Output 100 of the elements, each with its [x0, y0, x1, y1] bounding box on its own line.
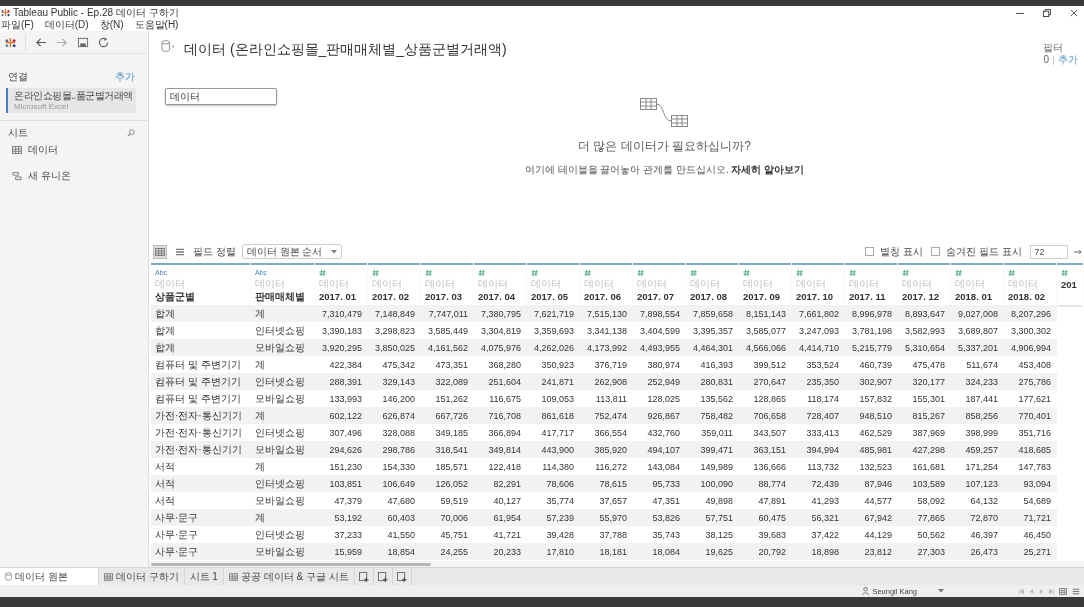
learn-more-link[interactable]: 자세히 알아보기	[731, 164, 805, 175]
table-cell: 인터넷쇼핑	[251, 373, 315, 390]
sort-dropdown[interactable]: 데이터 원본 순서	[241, 244, 342, 259]
table-cell-text: 116,675	[488, 392, 522, 406]
column-source: 데이터	[155, 278, 186, 290]
hash-icon	[690, 269, 697, 277]
table-cell-text: 349,185	[434, 426, 469, 440]
table-cell-text: 모바일쇼핑	[254, 391, 306, 406]
table-icon	[103, 572, 113, 581]
connection-item[interactable]: 온라인쇼핑몰..품군별거래액 Microsoft Excel	[6, 88, 136, 113]
column-source: 데이터	[584, 278, 615, 290]
table-cell-text: 모바일쇼핑	[254, 493, 306, 508]
add-link[interactable]: 추가	[1058, 54, 1078, 66]
table-cell-text: 511,674	[965, 358, 999, 372]
table-cell-text: 177,621	[1017, 392, 1052, 406]
table-cell: 363,151	[739, 441, 792, 458]
table-cell: 78,615	[580, 475, 633, 492]
scrollbar-thumb[interactable]	[151, 562, 431, 566]
database-icon[interactable]	[161, 40, 175, 53]
table-cell-text: 353,524	[805, 358, 840, 372]
column-header[interactable]: 판매매체별	[255, 290, 314, 303]
save-icon[interactable]	[77, 36, 89, 48]
menu-item[interactable]: 파일(F)	[1, 19, 34, 31]
table-cell-text: 417,717	[540, 426, 575, 440]
column-header[interactable]: 2017. 11	[849, 290, 897, 303]
grid-view-icon[interactable]	[1059, 587, 1067, 595]
table-cell: 가전·전자·통신기기	[151, 407, 251, 424]
grid-view-button[interactable]	[153, 244, 167, 259]
table-cell: 8,151,143	[739, 305, 792, 322]
table-cell-text: 계	[254, 357, 266, 372]
table-cell-text: 307,496	[328, 426, 363, 440]
menu-item[interactable]: 도움말(H)	[134, 19, 179, 31]
search-icon[interactable]	[127, 129, 135, 137]
column-header[interactable]: 2017. 05	[531, 290, 579, 303]
table-cell: 56,321	[792, 509, 845, 526]
column-header[interactable]: 2017. 08	[690, 290, 738, 303]
sheet-tab[interactable]: 데이터 원본	[0, 568, 99, 585]
table-cell-text: 113,732	[806, 460, 840, 474]
table-cell: 18,084	[633, 543, 686, 560]
table-cell: 241,871	[527, 373, 580, 390]
menu-item[interactable]: 창(N)	[99, 19, 124, 31]
table-cell-text: 187,441	[964, 392, 999, 406]
table-cell-text: 54,689	[1022, 494, 1052, 508]
table-cell: 280,831	[686, 373, 739, 390]
new-union-item[interactable]: 새 유니온	[28, 169, 71, 183]
forward-icon[interactable]	[56, 36, 68, 48]
table-cell-text: 350,923	[540, 358, 575, 372]
column-header[interactable]: 2018. 01	[955, 290, 1003, 303]
table-cell: 349,814	[474, 441, 527, 458]
table-cell: 4,173,992	[580, 339, 633, 356]
table-cell: 324,233	[951, 373, 1004, 390]
menu-item[interactable]: 데이터(D)	[44, 19, 89, 31]
column-header[interactable]: 상품군별	[155, 290, 250, 303]
table-cell: 합계	[151, 305, 251, 322]
column-header[interactable]: 2017. 06	[584, 290, 632, 303]
table-cell-text: 171,254	[964, 460, 999, 474]
column-header[interactable]: 2017. 04	[478, 290, 526, 303]
column-header[interactable]: 2017. 02	[372, 290, 420, 303]
rows-field[interactable]: 72	[1029, 244, 1068, 259]
column-header[interactable]: 2017. 09	[743, 290, 791, 303]
checkbox[interactable]	[931, 247, 941, 256]
table-cell-text: 49,898	[704, 494, 734, 508]
column-header[interactable]: 2017. 12	[902, 290, 950, 303]
table-cell-text: 44,577	[863, 494, 893, 508]
table-cell: 100,090	[686, 475, 739, 492]
section-label: 시트	[8, 126, 28, 140]
table-cell-text: 387,969	[911, 426, 946, 440]
column-header[interactable]: 2017. 10	[796, 290, 844, 303]
table-cell: 106,649	[368, 475, 421, 492]
table-cell-text: 366,554	[593, 426, 628, 440]
table-cell: 7,380,795	[474, 305, 527, 322]
connection-type: Microsoft Excel	[14, 102, 70, 111]
column-header[interactable]: 2017. 07	[637, 290, 685, 303]
refresh-icon[interactable]	[98, 36, 109, 48]
back-icon[interactable]	[35, 36, 47, 48]
table-cell: 251,604	[474, 373, 527, 390]
new-sheet-icon[interactable]	[358, 571, 369, 582]
restore-icon[interactable]	[1043, 8, 1051, 17]
list-view-icon[interactable]	[1072, 587, 1080, 595]
column-header[interactable]: 2017. 03	[425, 290, 473, 303]
column-source: 데이터	[690, 278, 721, 290]
table-cell: 서적	[151, 475, 251, 492]
sheet-item[interactable]: 데이터	[28, 143, 58, 157]
table-cell-text: 136,666	[752, 460, 787, 474]
table-cell-text: 122,418	[487, 460, 522, 474]
table-cell-text: 118,174	[806, 392, 840, 406]
go-button[interactable]: ⇒	[1073, 246, 1082, 257]
column-header[interactable]: 2017. 01	[319, 290, 367, 303]
table-cell-text: 114,380	[541, 460, 575, 474]
column-header[interactable]: 201	[1061, 278, 1083, 291]
column-header[interactable]: 2018. 02	[1008, 290, 1056, 303]
table-cell-text: 합계	[154, 323, 176, 338]
table-cell: 모바일쇼핑	[251, 441, 315, 458]
column-source: 데이터	[1008, 278, 1039, 290]
checkbox[interactable]	[865, 247, 875, 256]
caret-icon[interactable]	[938, 589, 944, 593]
table-node[interactable]: 데이터	[165, 88, 277, 105]
close-icon[interactable]	[1070, 8, 1078, 17]
app-logo-button[interactable]	[5, 36, 16, 48]
table-cell: 7,515,130	[580, 305, 633, 322]
